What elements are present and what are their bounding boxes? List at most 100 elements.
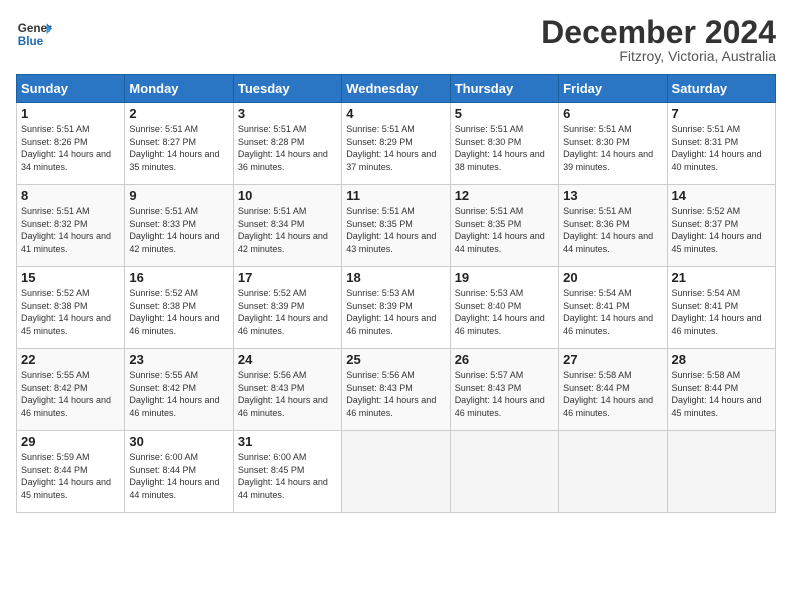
day-number: 31 (238, 434, 337, 449)
day-number: 5 (455, 106, 554, 121)
day-info: Sunrise: 5:51 AMSunset: 8:30 PMDaylight:… (455, 123, 554, 173)
table-row: 21 Sunrise: 5:54 AMSunset: 8:41 PMDaylig… (667, 267, 775, 349)
table-row: 4 Sunrise: 5:51 AMSunset: 8:29 PMDayligh… (342, 103, 450, 185)
day-info: Sunrise: 5:51 AMSunset: 8:30 PMDaylight:… (563, 123, 662, 173)
day-number: 20 (563, 270, 662, 285)
day-number: 11 (346, 188, 445, 203)
header: General Blue December 2024 Fitzroy, Vict… (16, 16, 776, 64)
day-info: Sunrise: 5:51 AMSunset: 8:34 PMDaylight:… (238, 205, 337, 255)
day-info: Sunrise: 6:00 AMSunset: 8:44 PMDaylight:… (129, 451, 228, 501)
table-row: 28 Sunrise: 5:58 AMSunset: 8:44 PMDaylig… (667, 349, 775, 431)
calendar-week-row: 8 Sunrise: 5:51 AMSunset: 8:32 PMDayligh… (17, 185, 776, 267)
col-sunday: Sunday (17, 75, 125, 103)
table-row (450, 431, 558, 513)
day-number: 3 (238, 106, 337, 121)
table-row: 14 Sunrise: 5:52 AMSunset: 8:37 PMDaylig… (667, 185, 775, 267)
day-info: Sunrise: 5:57 AMSunset: 8:43 PMDaylight:… (455, 369, 554, 419)
day-info: Sunrise: 5:59 AMSunset: 8:44 PMDaylight:… (21, 451, 120, 501)
table-row: 20 Sunrise: 5:54 AMSunset: 8:41 PMDaylig… (559, 267, 667, 349)
table-row (342, 431, 450, 513)
day-number: 15 (21, 270, 120, 285)
table-row: 29 Sunrise: 5:59 AMSunset: 8:44 PMDaylig… (17, 431, 125, 513)
day-number: 6 (563, 106, 662, 121)
table-row: 5 Sunrise: 5:51 AMSunset: 8:30 PMDayligh… (450, 103, 558, 185)
table-row: 1 Sunrise: 5:51 AMSunset: 8:26 PMDayligh… (17, 103, 125, 185)
day-number: 19 (455, 270, 554, 285)
table-row: 2 Sunrise: 5:51 AMSunset: 8:27 PMDayligh… (125, 103, 233, 185)
day-number: 22 (21, 352, 120, 367)
calendar-week-row: 29 Sunrise: 5:59 AMSunset: 8:44 PMDaylig… (17, 431, 776, 513)
day-info: Sunrise: 5:51 AMSunset: 8:35 PMDaylight:… (455, 205, 554, 255)
svg-text:Blue: Blue (18, 35, 44, 48)
day-number: 13 (563, 188, 662, 203)
day-number: 16 (129, 270, 228, 285)
table-row: 27 Sunrise: 5:58 AMSunset: 8:44 PMDaylig… (559, 349, 667, 431)
day-info: Sunrise: 5:51 AMSunset: 8:31 PMDaylight:… (672, 123, 771, 173)
day-number: 25 (346, 352, 445, 367)
title-area: December 2024 Fitzroy, Victoria, Austral… (541, 16, 776, 64)
calendar-week-row: 1 Sunrise: 5:51 AMSunset: 8:26 PMDayligh… (17, 103, 776, 185)
table-row: 19 Sunrise: 5:53 AMSunset: 8:40 PMDaylig… (450, 267, 558, 349)
day-number: 29 (21, 434, 120, 449)
day-number: 4 (346, 106, 445, 121)
table-row: 25 Sunrise: 5:56 AMSunset: 8:43 PMDaylig… (342, 349, 450, 431)
day-info: Sunrise: 5:54 AMSunset: 8:41 PMDaylight:… (672, 287, 771, 337)
col-wednesday: Wednesday (342, 75, 450, 103)
table-row: 10 Sunrise: 5:51 AMSunset: 8:34 PMDaylig… (233, 185, 341, 267)
logo: General Blue (16, 16, 52, 52)
day-number: 1 (21, 106, 120, 121)
day-info: Sunrise: 5:52 AMSunset: 8:39 PMDaylight:… (238, 287, 337, 337)
day-info: Sunrise: 5:51 AMSunset: 8:35 PMDaylight:… (346, 205, 445, 255)
day-number: 12 (455, 188, 554, 203)
day-number: 21 (672, 270, 771, 285)
day-info: Sunrise: 5:51 AMSunset: 8:28 PMDaylight:… (238, 123, 337, 173)
day-number: 30 (129, 434, 228, 449)
day-number: 14 (672, 188, 771, 203)
day-info: Sunrise: 5:51 AMSunset: 8:29 PMDaylight:… (346, 123, 445, 173)
table-row: 11 Sunrise: 5:51 AMSunset: 8:35 PMDaylig… (342, 185, 450, 267)
day-info: Sunrise: 5:52 AMSunset: 8:38 PMDaylight:… (21, 287, 120, 337)
day-number: 17 (238, 270, 337, 285)
day-info: Sunrise: 5:56 AMSunset: 8:43 PMDaylight:… (346, 369, 445, 419)
table-row: 23 Sunrise: 5:55 AMSunset: 8:42 PMDaylig… (125, 349, 233, 431)
day-info: Sunrise: 5:52 AMSunset: 8:38 PMDaylight:… (129, 287, 228, 337)
table-row: 17 Sunrise: 5:52 AMSunset: 8:39 PMDaylig… (233, 267, 341, 349)
col-saturday: Saturday (667, 75, 775, 103)
table-row: 24 Sunrise: 5:56 AMSunset: 8:43 PMDaylig… (233, 349, 341, 431)
calendar-week-row: 22 Sunrise: 5:55 AMSunset: 8:42 PMDaylig… (17, 349, 776, 431)
day-number: 24 (238, 352, 337, 367)
day-number: 7 (672, 106, 771, 121)
table-row: 16 Sunrise: 5:52 AMSunset: 8:38 PMDaylig… (125, 267, 233, 349)
day-info: Sunrise: 5:51 AMSunset: 8:26 PMDaylight:… (21, 123, 120, 173)
day-number: 26 (455, 352, 554, 367)
table-row: 12 Sunrise: 5:51 AMSunset: 8:35 PMDaylig… (450, 185, 558, 267)
day-info: Sunrise: 5:52 AMSunset: 8:37 PMDaylight:… (672, 205, 771, 255)
day-number: 9 (129, 188, 228, 203)
col-monday: Monday (125, 75, 233, 103)
day-number: 28 (672, 352, 771, 367)
day-number: 8 (21, 188, 120, 203)
day-number: 27 (563, 352, 662, 367)
header-row: Sunday Monday Tuesday Wednesday Thursday… (17, 75, 776, 103)
table-row: 3 Sunrise: 5:51 AMSunset: 8:28 PMDayligh… (233, 103, 341, 185)
month-title: December 2024 (541, 16, 776, 48)
day-number: 23 (129, 352, 228, 367)
table-row: 18 Sunrise: 5:53 AMSunset: 8:39 PMDaylig… (342, 267, 450, 349)
day-info: Sunrise: 5:58 AMSunset: 8:44 PMDaylight:… (563, 369, 662, 419)
day-info: Sunrise: 5:58 AMSunset: 8:44 PMDaylight:… (672, 369, 771, 419)
calendar-week-row: 15 Sunrise: 5:52 AMSunset: 8:38 PMDaylig… (17, 267, 776, 349)
day-info: Sunrise: 5:51 AMSunset: 8:27 PMDaylight:… (129, 123, 228, 173)
table-row: 6 Sunrise: 5:51 AMSunset: 8:30 PMDayligh… (559, 103, 667, 185)
table-row: 22 Sunrise: 5:55 AMSunset: 8:42 PMDaylig… (17, 349, 125, 431)
day-info: Sunrise: 5:51 AMSunset: 8:33 PMDaylight:… (129, 205, 228, 255)
table-row: 13 Sunrise: 5:51 AMSunset: 8:36 PMDaylig… (559, 185, 667, 267)
day-info: Sunrise: 5:51 AMSunset: 8:36 PMDaylight:… (563, 205, 662, 255)
day-info: Sunrise: 5:55 AMSunset: 8:42 PMDaylight:… (129, 369, 228, 419)
table-row: 26 Sunrise: 5:57 AMSunset: 8:43 PMDaylig… (450, 349, 558, 431)
day-number: 18 (346, 270, 445, 285)
day-number: 10 (238, 188, 337, 203)
col-friday: Friday (559, 75, 667, 103)
table-row: 8 Sunrise: 5:51 AMSunset: 8:32 PMDayligh… (17, 185, 125, 267)
day-info: Sunrise: 5:54 AMSunset: 8:41 PMDaylight:… (563, 287, 662, 337)
table-row: 7 Sunrise: 5:51 AMSunset: 8:31 PMDayligh… (667, 103, 775, 185)
